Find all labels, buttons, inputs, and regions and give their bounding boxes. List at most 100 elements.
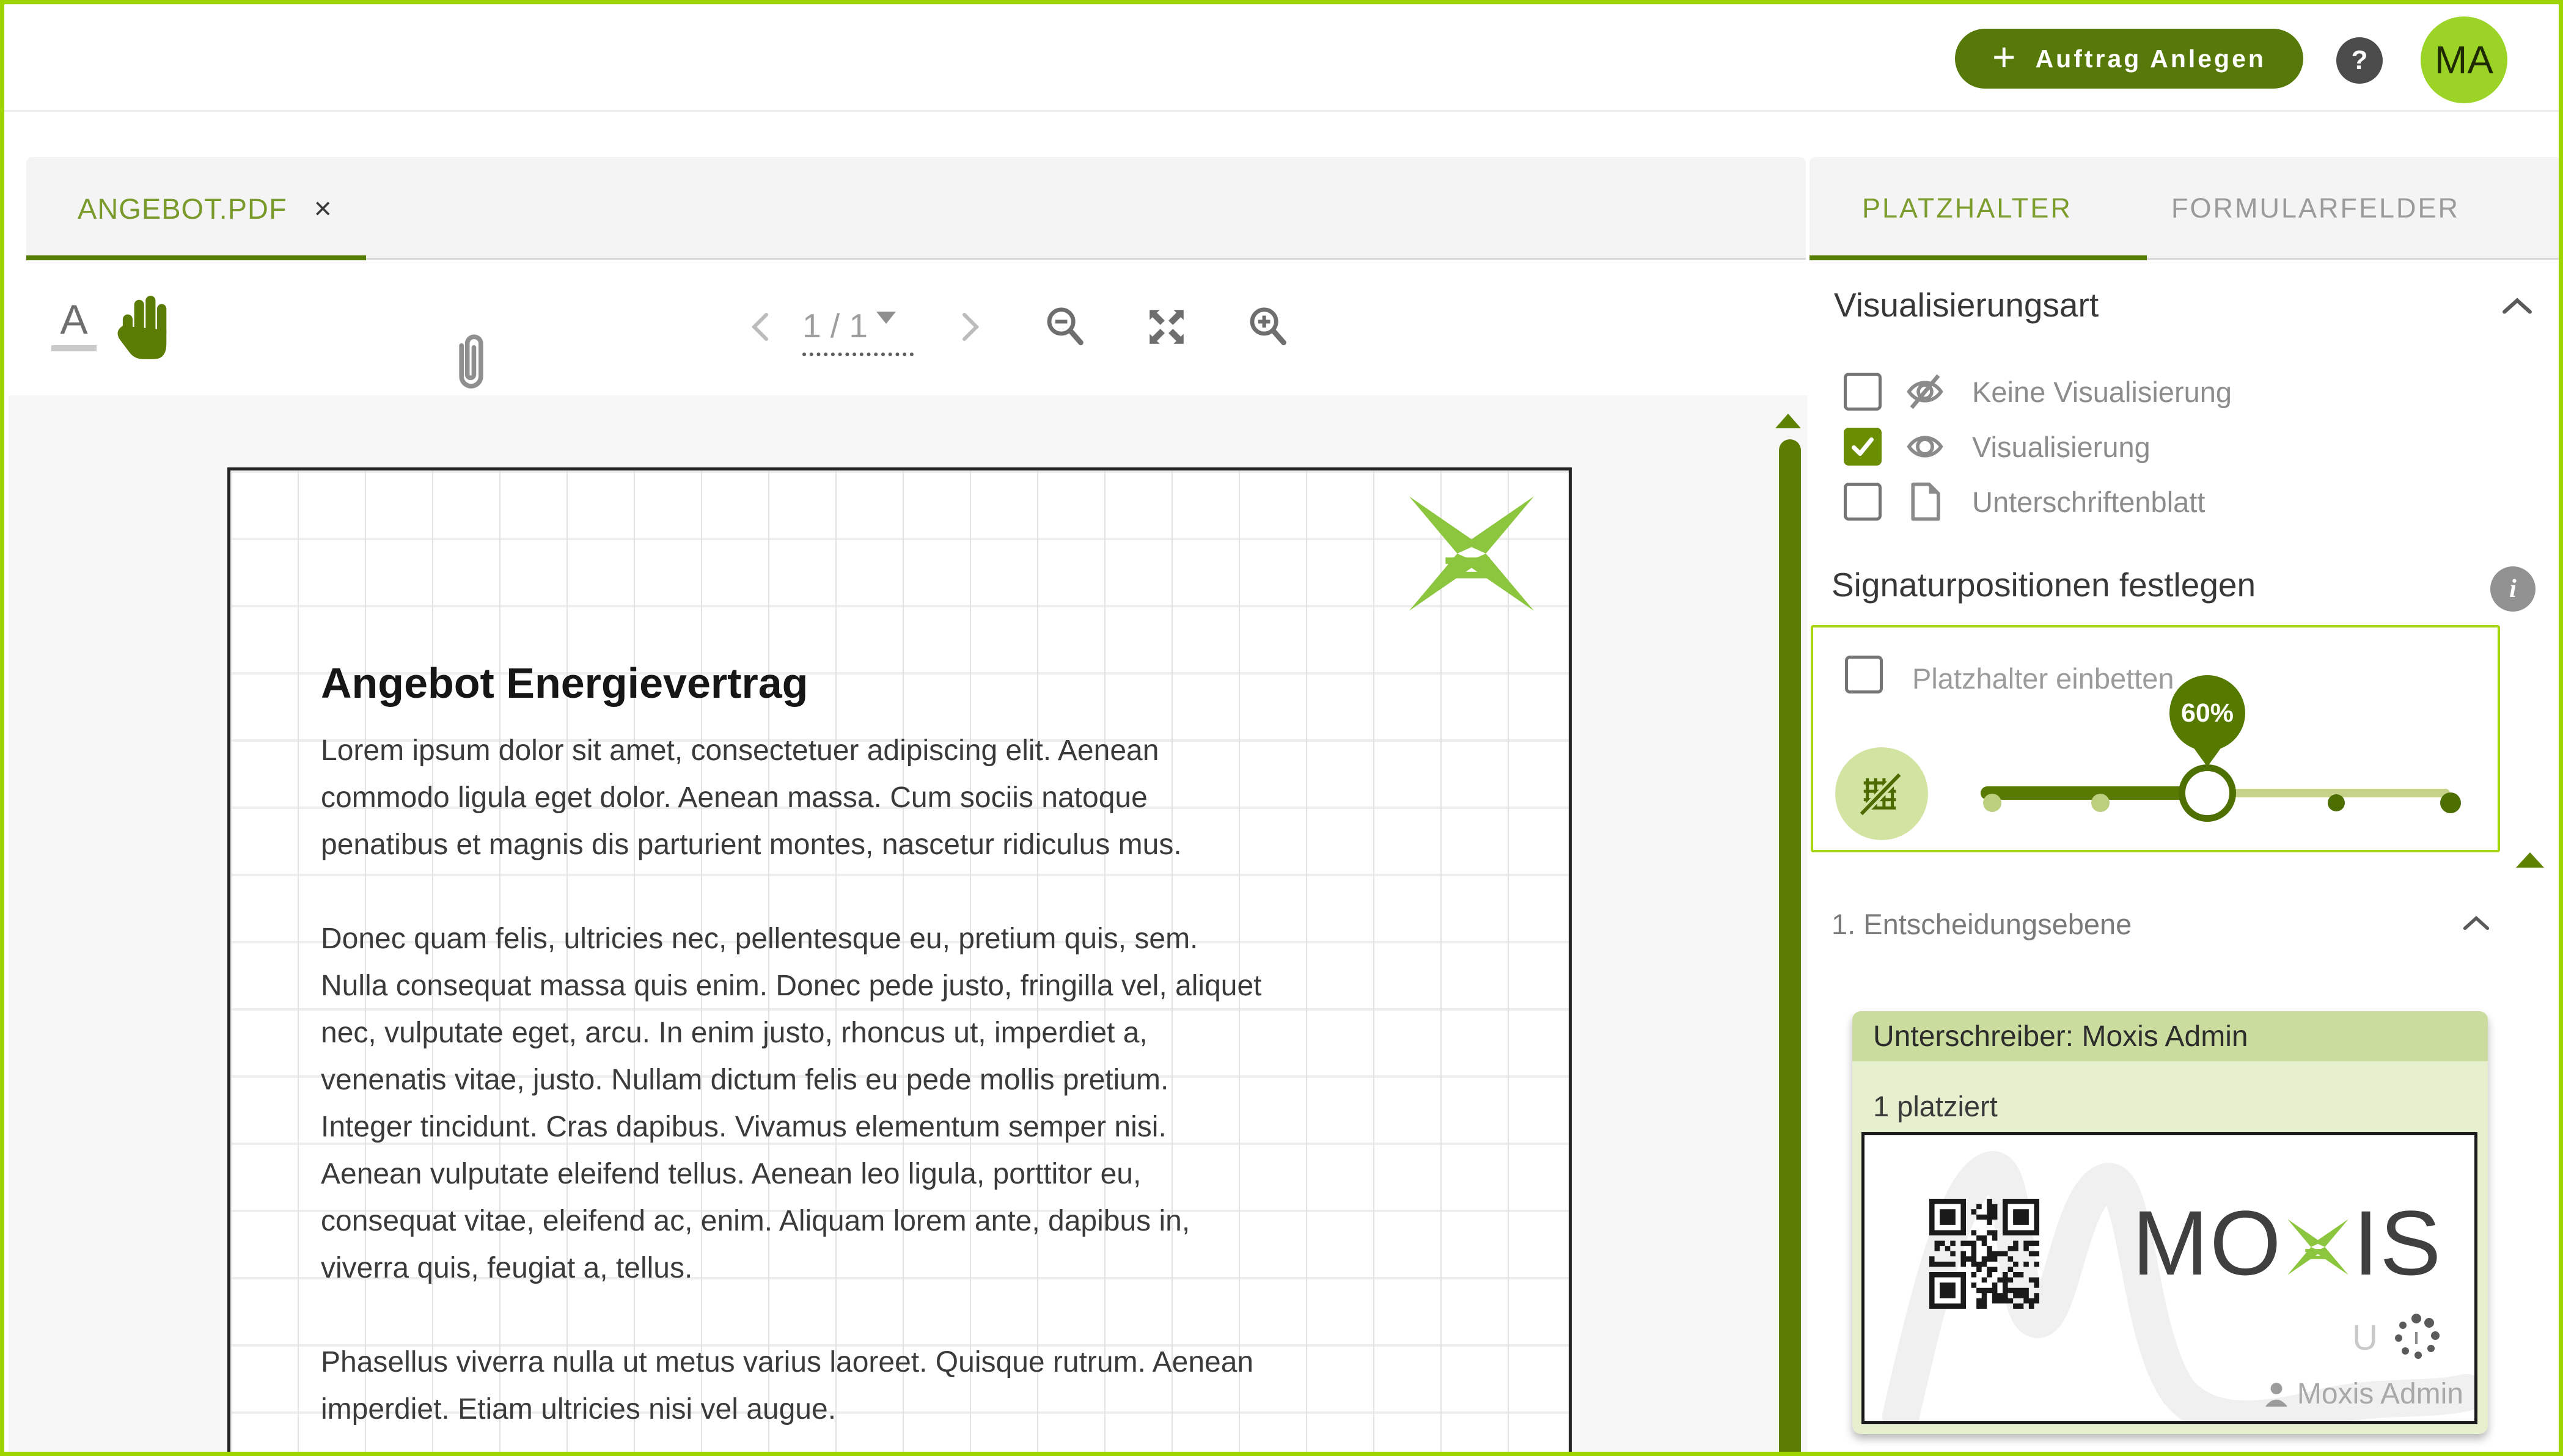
- option-keine-visualisierung[interactable]: Keine Visualisierung: [1844, 366, 2516, 417]
- pdf-page[interactable]: Angebot Energievertrag Lorem ipsum dolor…: [227, 467, 1572, 1456]
- placed-count: 1 platziert: [1873, 1089, 1998, 1123]
- avatar[interactable]: MA: [2421, 16, 2507, 103]
- create-order-button[interactable]: + Auftrag Anlegen: [1955, 29, 2303, 89]
- help-icon: ?: [2352, 45, 2368, 76]
- signature-positions-heading: Signaturpositionen festlegen: [1832, 565, 2256, 604]
- paperclip-icon[interactable]: [448, 327, 494, 399]
- pdf-line: Integer tincidunt. Cras dapibus. Vivamus…: [321, 1103, 1537, 1151]
- slider-value-tooltip: 60%: [2169, 675, 2245, 751]
- signer-card-header[interactable]: Unterschreiber: Moxis Admin: [1852, 1011, 2488, 1061]
- option-visualisierung[interactable]: Visualisierung: [1844, 421, 2516, 472]
- option-label: Keine Visualisierung: [1972, 375, 2232, 409]
- collapse-chevron-icon[interactable]: [2462, 915, 2490, 932]
- info-letter: i: [2509, 574, 2517, 604]
- previous-page-button[interactable]: [745, 311, 776, 343]
- pdf-line: Aenean vulputate eleifend tellus. Aenean…: [321, 1151, 1537, 1198]
- underline-bar: [51, 345, 97, 351]
- pan-hand-icon[interactable]: [116, 291, 178, 362]
- pdf-line: Lorem ipsum dolor sit amet, consectetuer…: [321, 727, 1537, 774]
- embed-checkbox[interactable]: [1845, 656, 1883, 693]
- pdf-line: Nulla consequat massa quis enim. Donec p…: [321, 962, 1537, 1009]
- xitrust-x-logo: [1395, 494, 1549, 613]
- plus-icon: +: [1992, 34, 2019, 80]
- slider-tick: [1983, 794, 2001, 812]
- pdf-line: imperdiet. Etiam ultricies nisi vel augu…: [321, 1386, 1537, 1433]
- embed-label[interactable]: Platzhalter einbetten: [1912, 662, 2174, 695]
- pdf-paragraph: Donec quam felis, ultricies nec, pellent…: [321, 915, 1537, 1292]
- checkbox-checked[interactable]: [1844, 428, 1882, 466]
- chevron-down-icon: [876, 312, 896, 334]
- slider-tick: [2328, 794, 2345, 811]
- close-icon[interactable]: ×: [314, 193, 332, 224]
- avatar-initials: MA: [2435, 37, 2493, 82]
- signer-card-title: Unterschreiber: Moxis Admin: [1873, 1020, 2248, 1053]
- page-indicator-underline: [802, 353, 914, 356]
- pdf-body: Lorem ipsum dolor sit amet, consectetuer…: [321, 727, 1537, 1456]
- moxis-signature-editor: + Auftrag Anlegen ? MA ANGEBOT.PDF × PLA…: [0, 0, 2563, 1456]
- user-letter: U: [2352, 1317, 2378, 1358]
- scroll-up-arrow[interactable]: [1775, 414, 1801, 428]
- pdf-line: penatibus et magnis dis parturient monte…: [321, 821, 1537, 868]
- document-tab-strip: ANGEBOT.PDF ×: [26, 157, 1806, 260]
- active-tab-underline: [26, 255, 366, 260]
- brand-mo: MO: [2132, 1190, 2282, 1296]
- grid-off-icon: [1858, 770, 1905, 818]
- signer-name: Moxis Admin: [2297, 1377, 2463, 1411]
- slider-tick: [2091, 794, 2110, 812]
- vertical-scrollbar[interactable]: [1779, 439, 1801, 1456]
- slider-value: 60%: [2181, 698, 2234, 728]
- help-button[interactable]: ?: [2336, 37, 2383, 84]
- pdf-line: Phasellus viverra nulla ut metus varius …: [321, 1339, 1537, 1386]
- dotted-ring-icon: [2390, 1311, 2443, 1364]
- tab-formularfelder[interactable]: FORMULARFELDER: [2171, 157, 2460, 260]
- slider-tick: [2440, 792, 2461, 813]
- signer-card: Unterschreiber: Moxis Admin 1 platziert …: [1852, 1011, 2488, 1434]
- eye-icon: [1904, 425, 1946, 468]
- pdf-line: consequat vitae, eleifend ac, enim. Aliq…: [321, 1198, 1537, 1245]
- pdf-line: venenatis vitae, justo. Nullam dictum fe…: [321, 1056, 1537, 1103]
- pdf-paragraph: Phasellus viverra nulla ut metus varius …: [321, 1339, 1537, 1433]
- pdf-title: Angebot Energievertrag: [321, 659, 808, 708]
- pdf-line: nec, vulputate eget, arcu. In enim justo…: [321, 1009, 1537, 1056]
- grid-toggle-button[interactable]: [1835, 747, 1928, 840]
- pdf-line: viverra quis, feugiat a, tellus.: [321, 1245, 1537, 1292]
- zoom-in-icon[interactable]: [1246, 304, 1291, 350]
- tab-label: ANGEBOT.PDF: [78, 192, 287, 225]
- text-annotation-tool[interactable]: A: [50, 299, 98, 351]
- option-unterschriftenblatt[interactable]: Unterschriftenblatt: [1844, 476, 2516, 527]
- page-indicator: 1 / 1: [802, 306, 868, 345]
- zoom-out-icon[interactable]: [1043, 304, 1088, 350]
- collapse-chevron-icon[interactable]: [2501, 296, 2533, 316]
- stamp-signer: Moxis Admin: [2263, 1377, 2463, 1411]
- placeholder-embed-panel: Platzhalter einbetten 60%: [1811, 625, 2500, 852]
- pdf-line: commodo ligula eget dolor. Aenean massa.…: [321, 774, 1537, 821]
- stamp-handle[interactable]: U: [2352, 1311, 2443, 1364]
- signature-stamp-preview[interactable]: MO IS U: [1861, 1132, 2477, 1424]
- decision-level-heading: 1. Entscheidungsebene: [1832, 907, 2132, 941]
- tab-angebot-pdf[interactable]: ANGEBOT.PDF ×: [26, 157, 366, 260]
- slider-thumb[interactable]: [2179, 764, 2236, 822]
- letter-a-icon: A: [50, 299, 98, 340]
- pdf-paragraph: Lorem ipsum dolor sit amet, consectetuer…: [321, 727, 1537, 868]
- create-order-label: Auftrag Anlegen: [2036, 45, 2266, 73]
- info-icon[interactable]: i: [2490, 566, 2536, 612]
- top-bar: + Auftrag Anlegen ? MA: [4, 4, 2559, 112]
- option-label: Unterschriftenblatt: [1972, 485, 2205, 519]
- page-indicator-dropdown[interactable]: 1 / 1: [802, 306, 919, 356]
- sidebar-tab-strip: PLATZHALTER FORMULARFELDER: [1810, 157, 2563, 260]
- tab-platzhalter[interactable]: PLATZHALTER: [1862, 157, 2072, 260]
- fullscreen-icon[interactable]: [1145, 305, 1189, 349]
- checkbox-unchecked[interactable]: [1844, 373, 1882, 411]
- eye-off-icon: [1904, 370, 1946, 413]
- document-icon: [1904, 480, 1946, 523]
- moxis-wordmark: MO IS: [2132, 1188, 2442, 1298]
- checkbox-unchecked[interactable]: [1844, 483, 1882, 521]
- moxis-x-icon: [2286, 1210, 2350, 1284]
- brand-is: IS: [2353, 1190, 2443, 1296]
- pdf-line: Donec quam felis, ultricies nec, pellent…: [321, 915, 1537, 962]
- sidebar-scroll-up-arrow[interactable]: [2516, 852, 2544, 868]
- sidebar-active-tab-underline: [1810, 255, 2147, 260]
- visualization-heading: Visualisierungsart: [1834, 285, 2099, 324]
- next-page-button[interactable]: [955, 311, 986, 343]
- person-icon: [2263, 1381, 2290, 1408]
